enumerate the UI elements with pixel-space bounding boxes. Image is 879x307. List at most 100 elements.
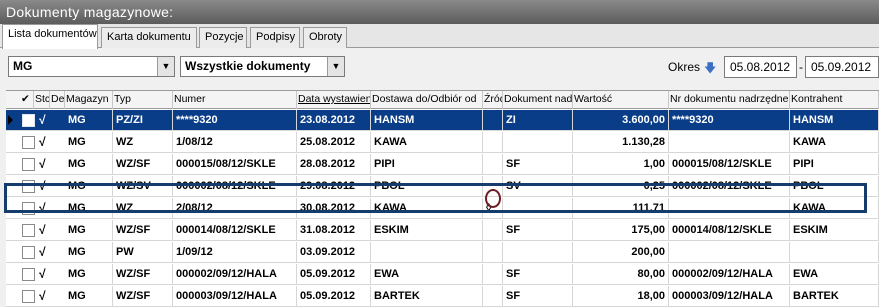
cell-zrodlo [483,264,503,285]
date-to-field[interactable]: 05.09.2012 [805,56,879,78]
cell-data: 31.08.2012 [297,220,371,241]
cell-zrodlo [483,176,503,197]
cell-typ: PW [113,242,173,263]
cell-numer: 000003/09/12/HALA [173,286,297,307]
cell-nr-dok-nadrz: 000014/08/12/SKLE [669,220,790,241]
tab-obroty[interactable]: Obroty [303,27,347,48]
table-row[interactable]: √ MG WZ 2/08/12 30.08.2012 KAWA ◊ 111,71 KAWA [6,198,879,219]
cell-zrodlo [483,242,503,263]
cell-dostawa [371,242,483,263]
row-checkbox[interactable] [22,202,35,215]
cell-zrodlo: ◊ [483,198,503,219]
magazyn-select-value: MG [13,59,33,73]
row-checkbox[interactable] [22,136,35,149]
cell-typ: WZ/SV [113,176,173,197]
col-nr-dok-nadrz-header[interactable]: Nr dokumentu nadrzędne [669,91,790,109]
cell-typ: WZ [113,132,173,153]
cell-nr-dok-nadrz: 000015/08/12/SKLE [669,154,790,175]
tab-lista-dokumentow[interactable]: Lista dokumentów [2,24,98,49]
col-data-header[interactable]: Data wystawien [297,91,371,109]
cell-numer: 2/08/12 [173,198,297,219]
table-row[interactable]: √ MG PZ/ZI ****9320 23.08.2012 HANSM ZI 3.600,0… [6,110,879,131]
tab-podpisy[interactable]: Podpisy [250,27,300,48]
col-typ-header[interactable]: Typ [113,91,173,109]
cell-kontrahent: PIPI [790,154,879,175]
cell-dok-nadrz: SV [503,176,573,197]
row-status-mark: √ [39,179,46,193]
cell-zrodlo [483,154,503,175]
col-zrodlo-header[interactable]: Źródł [483,91,503,109]
cell-numer: 000002/08/12/SKLE [173,176,297,197]
cell-kontrahent: BARTEK [790,286,879,307]
cell-data: 23.08.2012 [297,110,371,131]
col-wartosc-header[interactable]: Wartość [573,91,669,109]
cell-data: 29.08.2012 [297,176,371,197]
cell-wartosc: 0,25 [573,176,669,197]
cell-kontrahent: KAWA [790,132,879,153]
row-checkbox[interactable] [22,224,35,237]
col-status-header[interactable]: Stc [34,91,50,109]
cell-magazyn: MG [65,154,113,175]
col-check-header[interactable]: ✔ [20,91,34,109]
cell-kontrahent: KAWA [790,198,879,219]
cell-numer: 1/09/12 [173,242,297,263]
cell-nr-dok-nadrz: ****9320 [669,110,790,131]
table-row[interactable]: √ MG WZ/SF 000014/08/12/SKLE 31.08.2012 ESKIM… [6,220,879,241]
row-checkbox[interactable] [22,180,35,193]
table-row[interactable]: √ MG WZ 1/08/12 25.08.2012 KAWA 1.130,28 KAWA [6,132,879,153]
cell-zrodlo [483,110,503,131]
cell-typ: WZ/SF [113,286,173,307]
table-row[interactable]: √ MG WZ/SF 000003/09/12/HALA 05.09.2012 BARTE… [6,286,879,307]
row-checkbox[interactable] [22,114,35,127]
col-numer-header[interactable]: Numer [173,91,297,109]
row-status-mark: √ [39,135,46,149]
tab-strip: Lista dokumentów Karta dokumentu Pozycje… [0,24,879,49]
col-magazyn-header[interactable]: Magazyn [65,91,113,109]
row-checkbox[interactable] [22,290,35,303]
row-checkbox[interactable] [22,158,35,171]
col-kontrahent-header[interactable]: Kontrahent [790,91,879,109]
cell-wartosc: 111,71 [573,198,669,219]
row-status-mark: √ [39,267,46,281]
cell-dostawa: KAWA [371,132,483,153]
documents-grid[interactable]: ✔ Stc De Magazyn Typ Numer Data wystawie… [6,90,879,307]
dokumenty-select-value: Wszystkie dokumenty [185,59,311,73]
col-de-header[interactable]: De [50,91,65,109]
grid-header: ✔ Stc De Magazyn Typ Numer Data wystawie… [6,91,879,109]
cell-data: 05.09.2012 [297,286,371,307]
col-dostawa-header[interactable]: Dostawa do/Odbiór od [371,91,483,109]
cell-wartosc: 80,00 [573,264,669,285]
row-checkbox[interactable] [22,268,35,281]
cell-magazyn: MG [65,176,113,197]
row-status-mark: √ [39,245,46,259]
cell-nr-dok-nadrz: 000003/09/12/HALA [669,286,790,307]
chevron-down-icon[interactable]: ▼ [327,57,344,76]
cell-dostawa: KAWA [371,198,483,219]
chevron-down-icon[interactable]: ▼ [157,57,174,76]
cell-dostawa: ESKIM [371,220,483,241]
row-checkbox[interactable] [22,246,35,259]
cell-dok-nadrz: SF [503,286,573,307]
okres-label: Okres [668,60,701,74]
cell-zrodlo [483,286,503,307]
table-row[interactable]: √ MG WZ/SV 000002/08/12/SKLE 29.08.2012 PBOL S… [6,176,879,197]
tab-karta-dokumentu[interactable]: Karta dokumentu [101,27,197,48]
cell-magazyn: MG [65,220,113,241]
cell-data: 30.08.2012 [297,198,371,219]
table-row[interactable]: √ MG WZ/SF 000002/09/12/HALA 05.09.2012 EWA SF… [6,264,879,285]
table-row[interactable]: √ MG WZ/SF 000015/08/12/SKLE 28.08.2012 PIPI S… [6,154,879,175]
cell-dostawa: BARTEK [371,286,483,307]
cell-dostawa: HANSM [371,110,483,131]
date-from-field[interactable]: 05.08.2012 [724,56,797,78]
tab-pozycje[interactable]: Pozycje [199,27,247,48]
col-dok-nadrz-header[interactable]: Dokument nadrz [503,91,573,109]
row-status-mark: √ [39,223,46,237]
cell-zrodlo [483,220,503,241]
cell-magazyn: MG [65,242,113,263]
table-row[interactable]: √ MG PW 1/09/12 03.09.2012 200,00 [6,242,879,263]
cell-nr-dok-nadrz [669,242,790,263]
magazyn-select[interactable]: MG ▼ [8,56,175,77]
cell-numer: 1/08/12 [173,132,297,153]
dokumenty-select[interactable]: Wszystkie dokumenty ▼ [180,56,345,77]
arrow-down-icon[interactable]: 🡇 [704,59,716,80]
